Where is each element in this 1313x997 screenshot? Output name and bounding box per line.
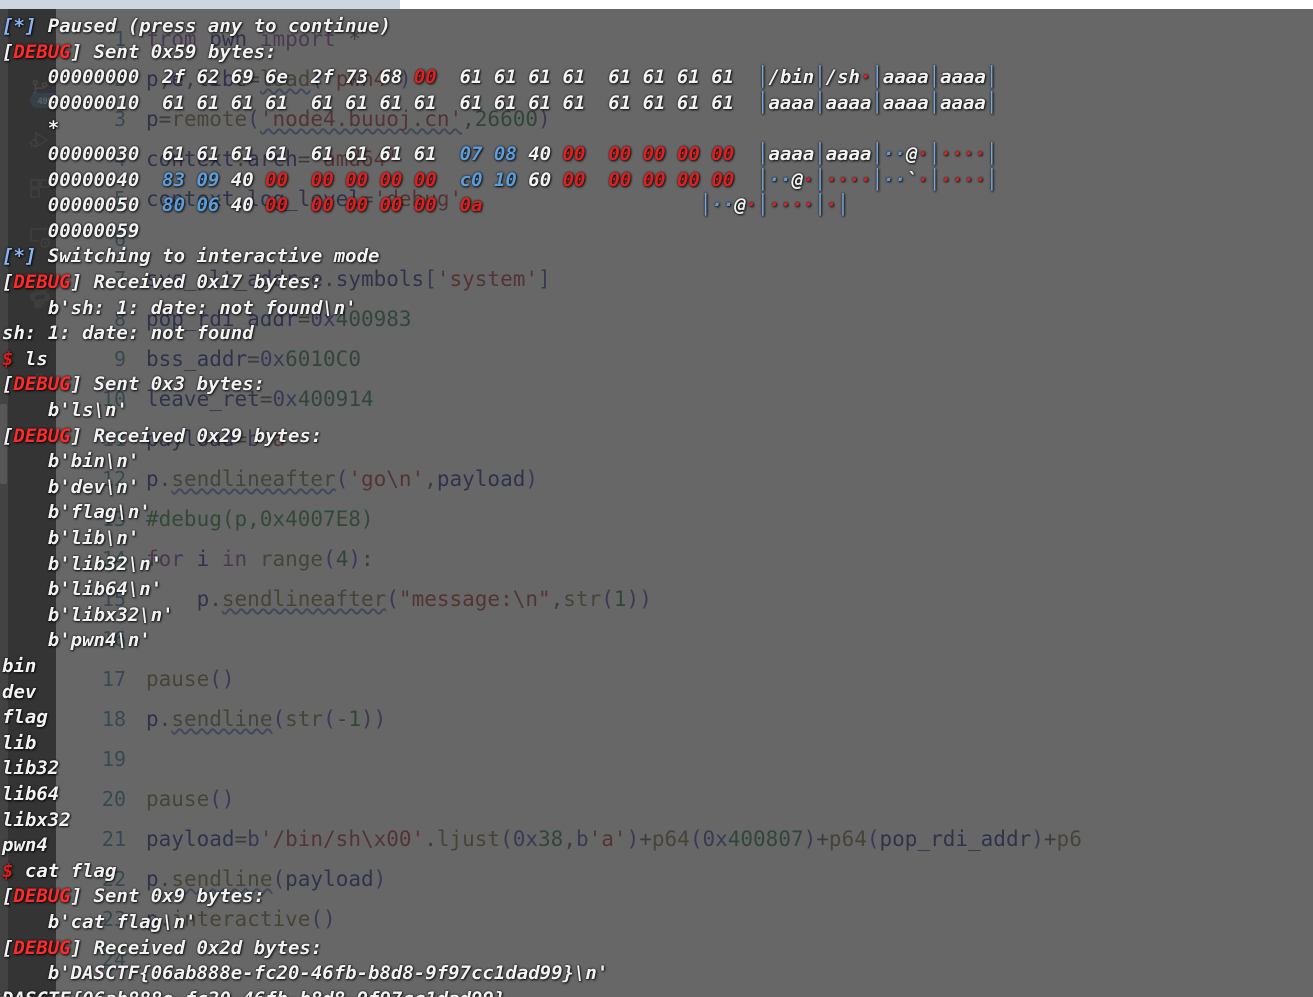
terminal-overlay[interactable]: [*] Paused (press any to continue) [DEBUG… bbox=[0, 9, 1313, 997]
window-titlebar-strip bbox=[0, 0, 400, 9]
screen: 499 bbox=[0, 0, 1313, 997]
terminal-line: 00000010 61 61 61 61 61 61 61 61 61 61 6… bbox=[2, 91, 998, 114]
terminal-line: DASCTF{06ab888e-fc20-46fb-b8d8-9f97cc1da… bbox=[2, 984, 505, 997]
window-titlebar-strip-right bbox=[400, 0, 1313, 9]
